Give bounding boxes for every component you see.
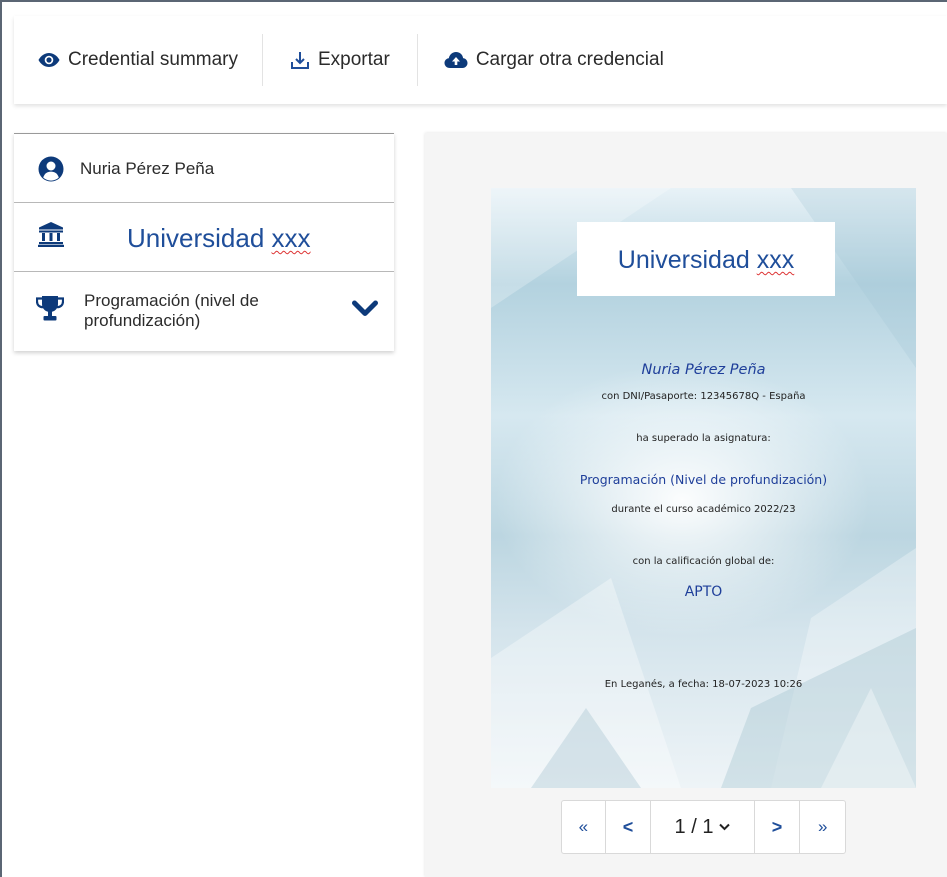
holder-row: Nuria Pérez Peña	[14, 134, 394, 203]
chevron-down-icon[interactable]	[352, 300, 378, 323]
toolbar: Credential summary Exportar Cargar otra …	[14, 16, 947, 104]
page-navigator: « < 1 / 1 > »	[561, 800, 846, 854]
course-row[interactable]: Programación (nivel de profundización)	[14, 272, 394, 352]
holder-name: Nuria Pérez Peña	[80, 159, 215, 178]
issuer-name: Universidad xxx	[127, 223, 311, 254]
certificate-title: Universidad xxx	[577, 246, 835, 275]
university-icon	[38, 221, 64, 252]
certificate-date: En Leganés, a fecha: 18-07-2023 10:26	[604, 679, 803, 690]
certificate-grade-intro: con la calificación global de:	[632, 556, 775, 567]
next-page-button[interactable]: >	[755, 801, 801, 853]
cloud-upload-icon	[444, 51, 468, 69]
page-select[interactable]: 1 / 1	[651, 801, 755, 853]
previous-page-button[interactable]: <	[606, 801, 652, 853]
issuer-name-suffix: xxx	[271, 223, 311, 253]
certificate-dni: con DNI/Pasaporte: 12345678Q - España	[601, 391, 806, 402]
certificate-page: Universidad xxx Nuria Pérez Peña con DNI…	[491, 188, 916, 788]
page-indicator: 1 / 1	[674, 815, 714, 838]
chevron-down-icon	[719, 823, 731, 831]
certificate-title-box: Universidad xxx	[577, 222, 835, 296]
upload-credential-label: Cargar otra credencial	[475, 49, 664, 70]
certificate-course: Programación (Nivel de profundización)	[579, 472, 828, 487]
last-page-button[interactable]: »	[800, 801, 845, 853]
certificate-holder-name: Nuria Pérez Peña	[641, 362, 766, 378]
export-label: Exportar	[318, 49, 390, 70]
certificate-grade: APTO	[684, 584, 723, 600]
certificate-title-text: Universidad	[617, 246, 750, 274]
credential-summary-label: Credential summary	[68, 49, 238, 70]
certificate-year: durante el curso académico 2022/23	[611, 504, 796, 515]
first-page-button[interactable]: «	[562, 801, 606, 853]
eye-icon	[38, 52, 60, 68]
issuer-name-text: Universidad	[127, 223, 265, 253]
export-button[interactable]: Exportar	[263, 32, 417, 88]
course-name: Programación (nivel de profundización)	[84, 291, 259, 330]
certificate-passed-line: ha superado la asignatura:	[636, 433, 771, 444]
trophy-icon	[35, 295, 65, 326]
upload-credential-button[interactable]: Cargar otra credencial	[418, 32, 664, 88]
download-icon	[290, 50, 310, 70]
credential-summary-button[interactable]: Credential summary	[14, 32, 262, 88]
issuer-row: Universidad xxx	[14, 203, 394, 272]
certificate-title-suffix: xxx	[756, 246, 795, 274]
user-circle-icon	[38, 156, 64, 187]
credential-sidebar: Nuria Pérez Peña Universidad xxx Program…	[14, 133, 394, 351]
